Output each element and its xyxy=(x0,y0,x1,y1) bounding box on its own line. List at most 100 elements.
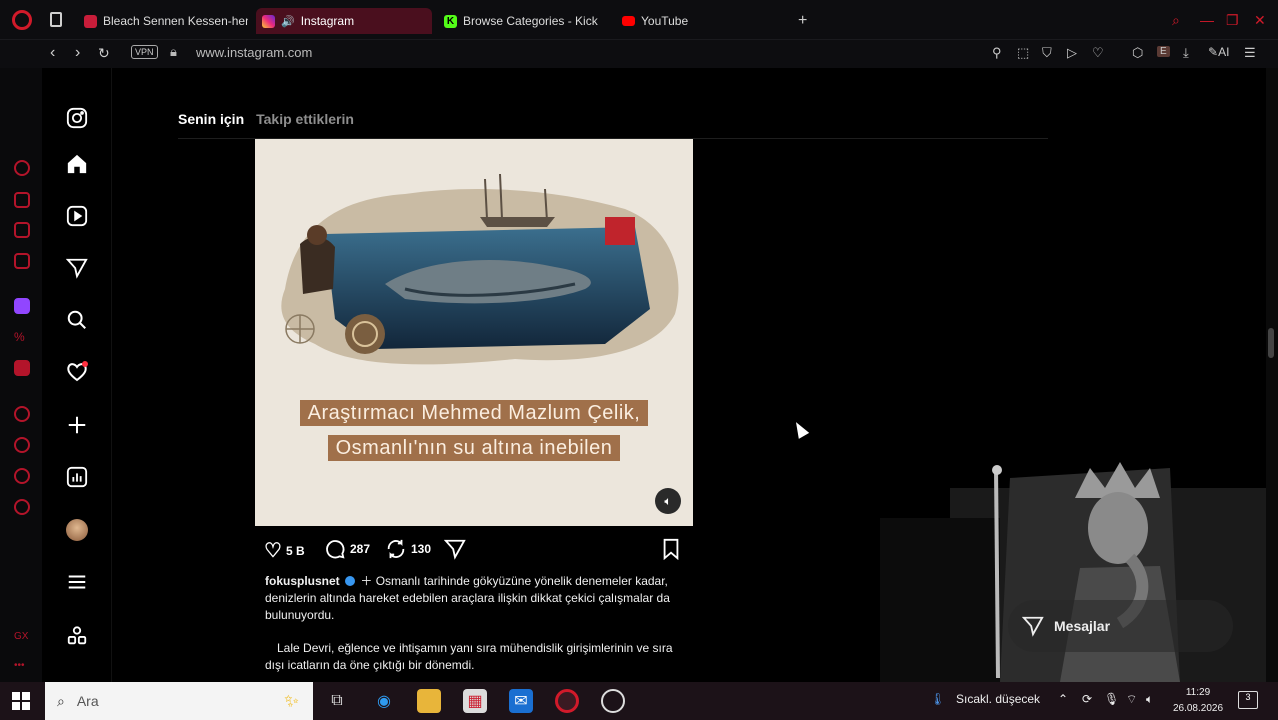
instagram-nav xyxy=(42,68,112,682)
profile-avatar[interactable] xyxy=(64,517,90,543)
messenger-icon[interactable] xyxy=(14,222,30,238)
notification-center-icon[interactable]: 3 xyxy=(1238,691,1258,709)
verified-badge-icon xyxy=(345,576,356,586)
post-caption: fokusplusnet ＋ Osmanlı tarihinde gökyüzü… xyxy=(265,573,685,624)
speed-dial-icon[interactable] xyxy=(14,160,30,176)
share-button[interactable] xyxy=(444,538,466,560)
url-field[interactable]: www.instagram.com xyxy=(196,45,312,60)
whatsapp-icon[interactable] xyxy=(14,253,30,269)
heart-icon[interactable]: ♡ xyxy=(1092,45,1104,61)
tab-instagram[interactable]: 🔊 Instagram xyxy=(256,8,432,34)
minimize-icon[interactable]: — xyxy=(1200,12,1214,28)
image-caption-line1: Araştırmacı Mehmed Mazlum Çelik, xyxy=(255,400,693,426)
page-scrollbar[interactable] xyxy=(1266,68,1278,682)
post-media[interactable]: Araştırmacı Mehmed Mazlum Çelik, Osmanlı… xyxy=(255,139,693,526)
snapshot-icon[interactable]: ⬚ xyxy=(1017,45,1029,61)
instagram-logo-icon[interactable] xyxy=(64,105,90,131)
search-tabs-icon[interactable]: ⌕ xyxy=(1172,12,1180,29)
easy-setup-icon[interactable]: ☰ xyxy=(1244,45,1256,61)
image-caption-line2: Osmanlı'nın su altına inebilen xyxy=(255,435,693,461)
comment-button[interactable]: 287 xyxy=(324,538,370,560)
mic-icon[interactable]: 🎙︎ xyxy=(1104,692,1119,706)
direct-icon[interactable] xyxy=(64,255,90,281)
tab-label: Bleach Sennen Kessen-hen xyxy=(103,14,248,28)
mail-icon[interactable]: ✉︎ xyxy=(509,689,533,713)
messages-button[interactable]: Mesajlar xyxy=(1008,600,1233,652)
shield-icon[interactable]: ⛉ xyxy=(1042,45,1052,61)
search-icon: ⌕ xyxy=(57,692,65,709)
clock-time: 11:29 xyxy=(1185,687,1211,698)
address-bar: ‹ › ↻ VPN 🔒︎ www.instagram.com ⚲ ⬚ ⛉ ▷ ♡… xyxy=(0,40,1278,68)
opera-logo-icon[interactable] xyxy=(12,10,32,30)
media-app-icon[interactable] xyxy=(601,689,625,713)
forward-icon[interactable]: › xyxy=(75,44,80,62)
username-link[interactable]: fokusplusnet xyxy=(265,574,340,588)
new-tab-button[interactable]: + xyxy=(792,8,818,34)
edge-icon[interactable]: ◉ xyxy=(372,689,396,713)
play-icon[interactable]: ▷ xyxy=(1067,45,1077,61)
notifications-heart-icon[interactable] xyxy=(64,359,90,385)
reload-icon[interactable]: ↻ xyxy=(98,45,110,62)
extension-badge[interactable]: E xyxy=(1157,46,1170,57)
tab-following[interactable]: Takip ettiklerin xyxy=(256,111,354,127)
dashboard-icon[interactable] xyxy=(64,464,90,490)
tab-youtube[interactable]: YouTube xyxy=(616,8,786,34)
create-plus-icon[interactable] xyxy=(64,412,90,438)
also-from-meta-icon[interactable] xyxy=(64,623,90,649)
workspace-icon[interactable] xyxy=(14,192,30,208)
store-icon[interactable]: ▦ xyxy=(463,689,487,713)
extensions-icon[interactable]: ⬡ xyxy=(1132,45,1143,61)
settings-icon[interactable] xyxy=(14,499,30,515)
volume-icon[interactable]: 🔈︎ xyxy=(1146,692,1153,707)
repost-button[interactable]: 130 xyxy=(385,538,431,560)
opera-taskbar-icon[interactable] xyxy=(555,689,579,713)
music-icon[interactable] xyxy=(14,360,30,376)
weather-text[interactable]: Sıcakl. düşecek xyxy=(956,692,1040,706)
reels-icon[interactable] xyxy=(64,203,90,229)
comment-count: 287 xyxy=(350,542,371,556)
history-icon[interactable] xyxy=(14,437,30,453)
twitch-icon[interactable] xyxy=(14,298,30,314)
wifi-icon[interactable]: ⌔ xyxy=(1126,692,1137,707)
close-icon[interactable]: ✕ xyxy=(1254,12,1266,29)
like-button[interactable]: ♡ 5 B xyxy=(264,538,305,563)
player-icon[interactable] xyxy=(14,406,30,422)
menu-icon[interactable] xyxy=(64,569,90,595)
windows-start-icon[interactable] xyxy=(12,692,30,710)
gx-icon[interactable]: GX xyxy=(14,631,30,647)
speaker-icon[interactable]: 🔊 xyxy=(281,15,295,28)
vpn-badge[interactable]: VPN xyxy=(131,45,158,59)
lock-icon[interactable]: 🔒︎ xyxy=(170,44,177,60)
sync-icon[interactable]: ⟳ xyxy=(1082,692,1092,706)
home-icon[interactable] xyxy=(64,151,90,177)
direct-message-icon xyxy=(1022,616,1044,637)
tab-bleach[interactable]: Bleach Sennen Kessen-hen xyxy=(78,8,248,34)
chevron-up-icon[interactable]: ⌃ xyxy=(1058,692,1068,706)
caption-text: Araştırmacı Mehmed Mazlum Çelik, xyxy=(299,400,649,426)
tab-for-you[interactable]: Senin için xyxy=(178,111,244,127)
tab-list-icon[interactable] xyxy=(50,12,62,27)
clock[interactable]: 11:29 26.08.2026 xyxy=(1168,685,1228,717)
opera-sidebar: % GX ••• xyxy=(0,68,42,682)
tab-kick[interactable]: K Browse Categories - Kick xyxy=(438,8,608,34)
taskbar-search[interactable]: ⌕ Ara ✨︎ xyxy=(45,682,313,720)
ai-button[interactable]: ✎AI xyxy=(1208,45,1229,59)
scroll-thumb[interactable] xyxy=(1268,328,1274,358)
download-icon[interactable]: ⤓ xyxy=(1183,45,1189,61)
taskbar: ⌕ Ara ✨︎ ⧉ ◉ ▦ ✉︎ 🌡︎ Sıcakl. düşecek ⌃ ⟳… xyxy=(0,682,1278,720)
save-button[interactable] xyxy=(661,538,681,560)
tab-label: Browse Categories - Kick xyxy=(463,14,598,28)
search-icon[interactable] xyxy=(64,307,90,333)
percent-icon[interactable]: % xyxy=(14,330,30,346)
maximize-icon[interactable]: ❐ xyxy=(1226,12,1239,29)
mute-toggle-icon[interactable]: 🔈︎ xyxy=(655,488,681,514)
file-explorer-icon[interactable] xyxy=(417,689,441,713)
tab-bar: Bleach Sennen Kessen-hen 🔊 Instagram K B… xyxy=(0,0,1278,40)
plus-icon: ＋ xyxy=(360,574,373,588)
task-view-icon[interactable]: ⧉ xyxy=(325,689,349,713)
search-placeholder: Ara xyxy=(76,693,99,709)
pin-icon[interactable]: ⚲ xyxy=(992,45,1002,61)
extensions-sidebar-icon[interactable] xyxy=(14,468,30,484)
back-icon[interactable]: ‹ xyxy=(50,44,55,62)
more-icon[interactable]: ••• xyxy=(14,660,30,676)
